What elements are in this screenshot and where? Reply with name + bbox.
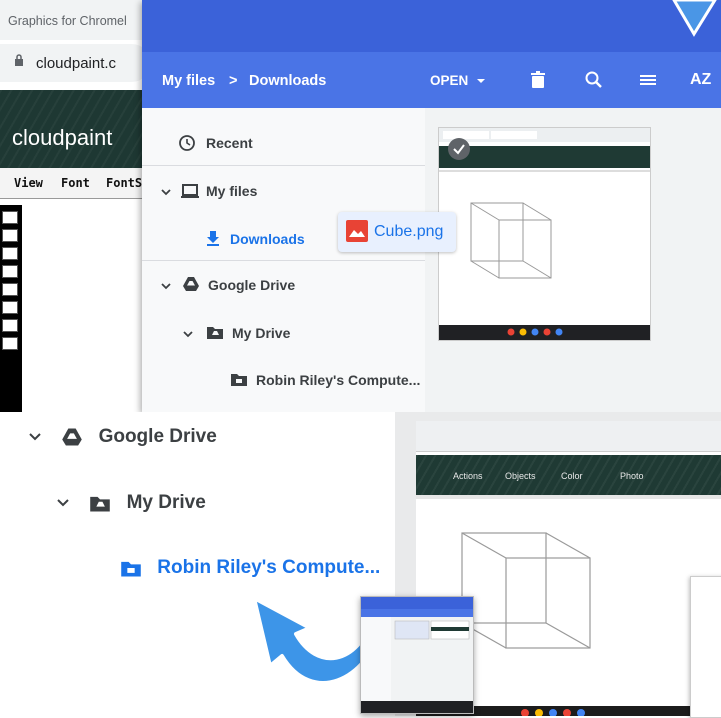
files-app-window: My files > Downloads OPEN AZ Recent My f… <box>142 0 721 412</box>
chevron-down-icon <box>161 189 171 196</box>
chevron-down-icon <box>29 433 41 441</box>
drive-folder-icon <box>207 327 223 339</box>
menu-view[interactable]: View <box>14 176 43 190</box>
zoom-label: My Drive <box>126 492 206 514</box>
laptop-icon <box>181 184 199 198</box>
open-button[interactable]: OPEN <box>430 73 486 88</box>
preview-menu-item: Color <box>561 471 583 481</box>
sort-button[interactable]: AZ <box>690 71 711 89</box>
sidebar-divider <box>142 165 425 166</box>
breadcrumb-my-files[interactable]: My files <box>162 73 215 89</box>
browser-tab-title: Graphics for Chromel <box>8 14 127 28</box>
tool-grid[interactable] <box>2 211 18 224</box>
google-drive-icon <box>183 277 199 291</box>
chevron-down-icon <box>161 283 171 290</box>
zoom-label: Robin Riley's Compute... <box>157 557 381 579</box>
preview-menu-item: Photo <box>620 471 644 481</box>
trash-icon[interactable] <box>526 68 550 92</box>
image-file-icon <box>346 220 368 242</box>
zoom-item-computer[interactable]: Robin Riley's Compute... <box>120 557 380 579</box>
tool-rect[interactable] <box>2 247 18 260</box>
breadcrumb-separator: > <box>229 73 238 89</box>
zoom-item-my-drive[interactable]: My Drive <box>56 492 206 514</box>
pointer-triangle-icon <box>672 0 717 37</box>
chevron-down-icon <box>57 499 69 507</box>
paint-canvas[interactable] <box>22 205 150 413</box>
zoom-label: Google Drive <box>98 426 217 448</box>
search-icon[interactable] <box>582 68 606 92</box>
tool-ellipse[interactable] <box>2 265 18 278</box>
tool-pencil[interactable] <box>2 301 18 314</box>
app-menu-bar: View Font FontS <box>0 168 150 199</box>
clock-icon <box>179 135 195 151</box>
preview-menu-item: Objects <box>505 471 536 481</box>
sidebar-divider <box>142 260 425 261</box>
sidebar-label: Google Drive <box>208 277 296 293</box>
sidebar-label: Robin Riley's Compute... <box>256 372 421 388</box>
sidebar-label: Recent <box>206 135 253 151</box>
preview-browser-tabs <box>416 421 721 452</box>
sidebar-label: Downloads <box>230 231 305 247</box>
download-icon <box>207 231 219 246</box>
drag-file-name: Cube.png <box>374 223 444 240</box>
preview-menu-item: Actions <box>453 471 483 481</box>
sidebar-label: My Drive <box>232 325 291 341</box>
window-titlebar[interactable] <box>142 0 721 52</box>
checkmark-icon[interactable] <box>447 137 471 161</box>
sidebar-label: My files <box>206 183 258 199</box>
chevron-down-icon <box>183 331 193 338</box>
address-url: cloudpaint.c <box>36 55 117 72</box>
open-button-label: OPEN <box>430 73 469 88</box>
tool-line[interactable] <box>2 229 18 242</box>
list-view-icon[interactable] <box>636 68 660 92</box>
tool-palette <box>0 205 22 413</box>
breadcrumb-downloads[interactable]: Downloads <box>249 73 326 89</box>
browser-tab[interactable]: Graphics for Chromel <box>0 0 150 40</box>
computer-folder-icon <box>121 561 141 577</box>
zoom-item-google-drive[interactable]: Google Drive <box>28 426 217 448</box>
computer-folder-icon <box>231 374 247 386</box>
tool-fill[interactable] <box>2 283 18 296</box>
app-logo: cloudpaint <box>12 125 113 150</box>
files-sidebar: Recent My files Downloads Google Drive M… <box>142 108 425 412</box>
shelf-app-icons <box>521 709 585 716</box>
lock-icon <box>15 54 23 66</box>
chevron-down-icon <box>477 79 486 83</box>
file-list-area[interactable] <box>425 108 721 412</box>
files-toolbar: My files > Downloads OPEN AZ <box>142 52 721 108</box>
menu-font[interactable]: Font <box>61 176 90 190</box>
tool-eraser[interactable] <box>2 337 18 350</box>
notification-card[interactable] <box>690 576 721 718</box>
mini-window-preview <box>361 597 473 713</box>
drive-folder-icon <box>90 496 111 512</box>
mini-files-window[interactable] <box>360 596 474 714</box>
menu-fontsize[interactable]: FontS <box>106 176 142 190</box>
tool-select[interactable] <box>2 319 18 332</box>
google-drive-icon <box>62 428 83 446</box>
